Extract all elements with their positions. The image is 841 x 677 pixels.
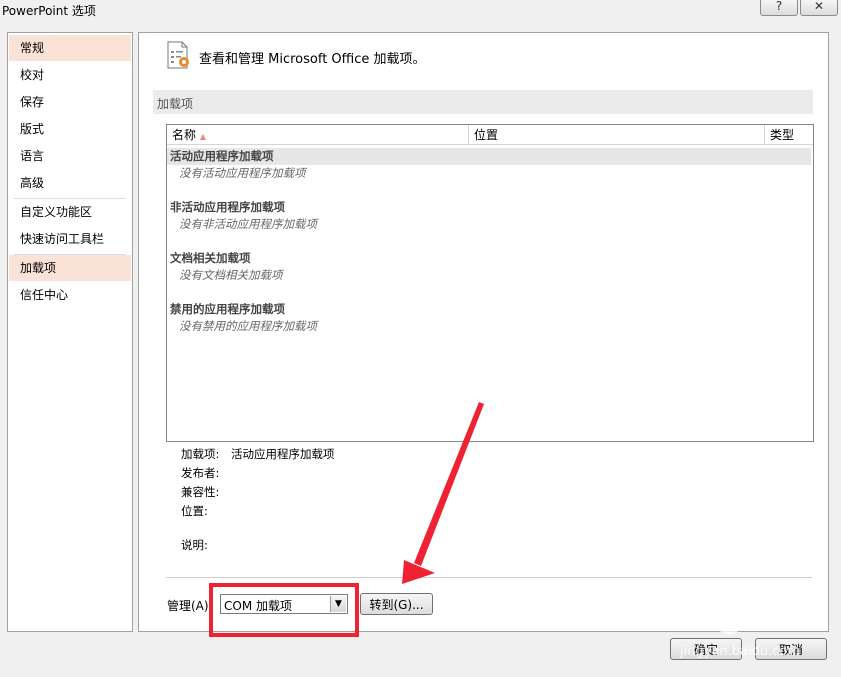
help-button[interactable]: ? bbox=[760, 0, 798, 16]
panel-description: 查看和管理 Microsoft Office 加载项。 bbox=[199, 52, 426, 67]
detail-addin-value: 活动应用程序加载项 bbox=[231, 447, 335, 461]
cancel-button[interactable]: 取消 bbox=[755, 638, 827, 660]
window-title: PowerPoint 选项 bbox=[2, 4, 96, 18]
group-inactive-addins[interactable]: 非活动应用程序加载项 bbox=[167, 199, 811, 216]
section-header: 加载项 bbox=[153, 90, 813, 114]
empty-inactive-addins: 没有非活动应用程序加载项 bbox=[179, 217, 317, 231]
ok-button[interactable]: 确定 bbox=[670, 638, 742, 660]
sidebar-item-trust-center[interactable]: 信任中心 bbox=[9, 282, 131, 308]
detail-compatibility-label: 兼容性: bbox=[181, 485, 220, 499]
detail-description-label: 说明: bbox=[181, 538, 208, 552]
detail-publisher-label: 发布者: bbox=[181, 466, 220, 480]
sidebar-item-quick-access-toolbar[interactable]: 快速访问工具栏 bbox=[9, 226, 131, 252]
column-header-location[interactable]: 位置 bbox=[469, 125, 765, 145]
group-active-addins[interactable]: 活动应用程序加载项 bbox=[167, 148, 811, 165]
manage-divider bbox=[166, 577, 812, 578]
sidebar-item-addins[interactable]: 加载项 bbox=[9, 255, 131, 281]
addins-list[interactable]: 名称 ▲ 位置 类型 活动应用程序加载项 没有活动应用程序加载项 非活动应用程序… bbox=[166, 124, 814, 442]
column-header-type[interactable]: 类型 bbox=[765, 125, 813, 145]
addins-gear-icon bbox=[167, 41, 189, 69]
empty-document-addins: 没有文档相关加载项 bbox=[179, 268, 283, 282]
group-document-addins[interactable]: 文档相关加载项 bbox=[167, 250, 811, 267]
sort-ascending-icon: ▲ bbox=[199, 132, 206, 141]
close-button[interactable]: ✕ bbox=[800, 0, 838, 16]
section-title: 加载项 bbox=[157, 97, 194, 111]
detail-location-label: 位置: bbox=[181, 504, 208, 518]
title-bar: PowerPoint 选项 ? ✕ bbox=[0, 0, 841, 24]
sidebar-item-proofing[interactable]: 校对 bbox=[9, 62, 131, 88]
detail-addin: 加载项: 活动应用程序加载项 bbox=[181, 446, 335, 462]
group-disabled-addins[interactable]: 禁用的应用程序加载项 bbox=[167, 301, 811, 318]
manage-label: 管理(A) bbox=[167, 599, 209, 613]
highlight-box bbox=[209, 583, 359, 637]
sidebar-item-save[interactable]: 保存 bbox=[9, 89, 131, 115]
sidebar-item-customize-ribbon[interactable]: 自定义功能区 bbox=[9, 199, 131, 225]
column-header-name[interactable]: 名称 ▲ bbox=[167, 125, 469, 145]
sidebar-item-layout[interactable]: 版式 bbox=[9, 116, 131, 142]
sidebar-item-advanced[interactable]: 高级 bbox=[9, 170, 131, 196]
sidebar-item-general[interactable]: 常规 bbox=[9, 35, 131, 61]
empty-disabled-addins: 没有禁用的应用程序加载项 bbox=[179, 319, 317, 333]
column-name-label: 名称 bbox=[172, 128, 197, 142]
detail-addin-label: 加载项: bbox=[181, 447, 220, 461]
options-sidebar: 常规 校对 保存 版式 语言 高级 自定义功能区 快速访问工具栏 加载项 信任中… bbox=[7, 32, 133, 632]
empty-active-addins: 没有活动应用程序加载项 bbox=[179, 166, 306, 180]
go-button[interactable]: 转到(G)... bbox=[360, 593, 433, 615]
addins-panel: 查看和管理 Microsoft Office 加载项。 加载项 名称 ▲ 位置 … bbox=[138, 32, 829, 637]
sidebar-item-language[interactable]: 语言 bbox=[9, 143, 131, 169]
